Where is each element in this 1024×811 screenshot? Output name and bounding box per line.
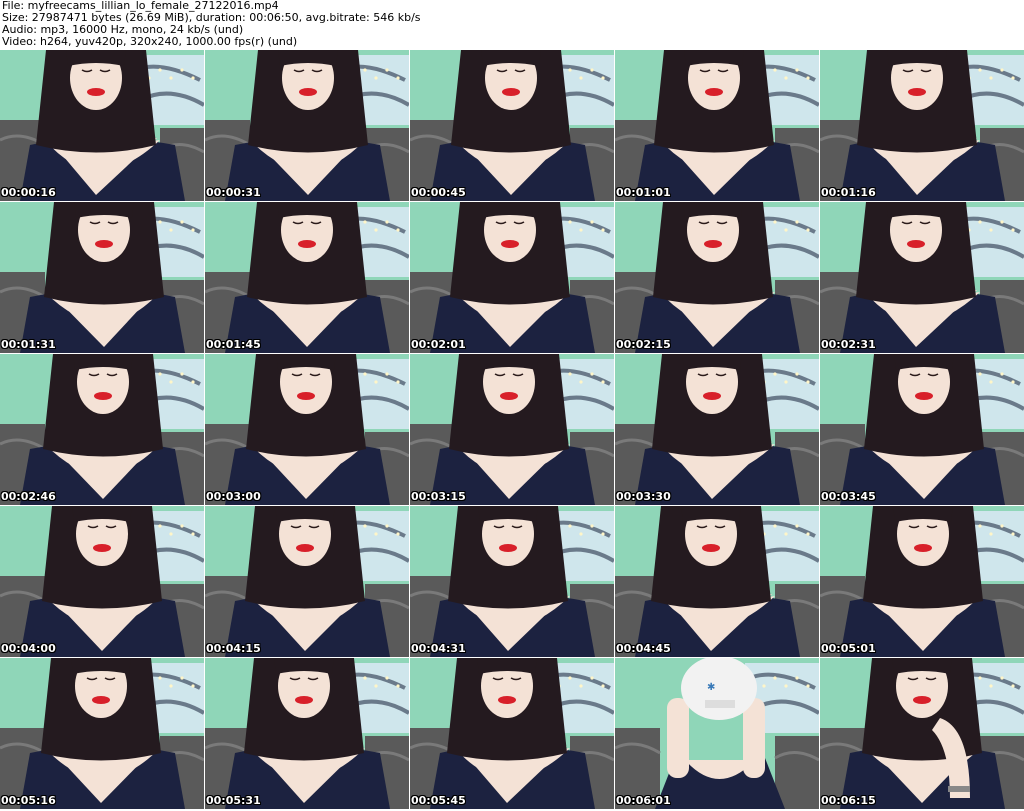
frame-image: ✱ <box>615 658 819 809</box>
thumbnail-frame: 00:04:15 <box>205 506 409 657</box>
frame-image <box>820 202 1024 353</box>
thumbnail-frame: 00:01:01 <box>615 50 819 201</box>
thumbnail-frame: 00:01:16 <box>820 50 1024 201</box>
thumbnail-frame: 00:03:00 <box>205 354 409 505</box>
thumbnail-frame: 00:02:01 <box>410 202 614 353</box>
frame-timestamp: 00:01:01 <box>616 186 671 199</box>
thumbnail-frame: 00:05:45 <box>410 658 614 809</box>
frame-timestamp: 00:02:01 <box>411 338 466 351</box>
frame-timestamp: 00:03:30 <box>616 490 671 503</box>
frame-image <box>0 354 204 505</box>
frame-timestamp: 00:00:31 <box>206 186 261 199</box>
frame-timestamp: 00:05:01 <box>821 642 876 655</box>
frame-image <box>820 506 1024 657</box>
frame-image <box>615 354 819 505</box>
frame-image <box>205 354 409 505</box>
thumbnail-frame: 00:04:00 <box>0 506 204 657</box>
frame-timestamp: 00:01:31 <box>1 338 56 351</box>
thumbnail-frame: 00:03:30 <box>615 354 819 505</box>
frame-image <box>205 202 409 353</box>
frame-timestamp: 00:02:31 <box>821 338 876 351</box>
thumbnail-frame: 00:03:45 <box>820 354 1024 505</box>
frame-timestamp: 00:05:31 <box>206 794 261 807</box>
frame-image <box>205 506 409 657</box>
frame-timestamp: 00:06:15 <box>821 794 876 807</box>
thumbnail-frame: 00:02:46 <box>0 354 204 505</box>
frame-image <box>0 506 204 657</box>
frame-timestamp: 00:00:45 <box>411 186 466 199</box>
frame-timestamp: 00:03:00 <box>206 490 261 503</box>
frame-timestamp: 00:03:15 <box>411 490 466 503</box>
thumbnail-grid: 00:00:16 00:00:31 00:00:45 00:01:01 00:01:16… <box>0 50 1024 811</box>
thumbnail-frame: 00:05:31 <box>205 658 409 809</box>
thumbnail-frame: 00:00:45 <box>410 50 614 201</box>
frame-timestamp: 00:01:16 <box>821 186 876 199</box>
thumbnail-frame: 00:05:16 <box>0 658 204 809</box>
frame-image <box>410 506 614 657</box>
frame-image <box>0 658 204 809</box>
video-info-header: File: myfreecams_lillian_lo_female_27122… <box>2 0 1022 50</box>
frame-image <box>205 50 409 201</box>
frame-timestamp: 00:04:31 <box>411 642 466 655</box>
frame-timestamp: 00:06:01 <box>616 794 671 807</box>
frame-image <box>615 506 819 657</box>
frame-image <box>205 658 409 809</box>
thumbnail-frame: 00:04:31 <box>410 506 614 657</box>
frame-timestamp: 00:04:00 <box>1 642 56 655</box>
frame-timestamp: 00:02:46 <box>1 490 56 503</box>
frame-timestamp: 00:01:45 <box>206 338 261 351</box>
thumbnail-frame: 00:02:15 <box>615 202 819 353</box>
frame-image <box>410 658 614 809</box>
thumbnail-frame: 00:00:31 <box>205 50 409 201</box>
frame-image <box>410 50 614 201</box>
frame-image <box>820 50 1024 201</box>
frame-timestamp: 00:05:45 <box>411 794 466 807</box>
svg-text:✱: ✱ <box>707 682 715 693</box>
frame-timestamp: 00:04:45 <box>616 642 671 655</box>
frame-timestamp: 00:02:15 <box>616 338 671 351</box>
frame-timestamp: 00:04:15 <box>206 642 261 655</box>
thumbnail-frame: 00:01:31 <box>0 202 204 353</box>
frame-image <box>0 202 204 353</box>
thumbnail-frame: 00:00:16 <box>0 50 204 201</box>
thumbnail-frame: ✱ 00:06:01 <box>615 658 819 809</box>
frame-image <box>0 50 204 201</box>
frame-timestamp: 00:05:16 <box>1 794 56 807</box>
frame-image <box>820 354 1024 505</box>
frame-timestamp: 00:03:45 <box>821 490 876 503</box>
frame-image <box>410 354 614 505</box>
video-info-line: Video: h264, yuv420p, 320x240, 1000.00 f… <box>2 35 298 48</box>
thumbnail-frame: 00:01:45 <box>205 202 409 353</box>
thumbnail-frame: 00:05:01 <box>820 506 1024 657</box>
frame-timestamp: 00:00:16 <box>1 186 56 199</box>
thumbnail-frame: 00:02:31 <box>820 202 1024 353</box>
thumbnail-frame: 00:04:45 <box>615 506 819 657</box>
frame-image <box>615 202 819 353</box>
thumbnail-frame: 00:06:15 <box>820 658 1024 809</box>
thumbnail-frame: 00:03:15 <box>410 354 614 505</box>
frame-image <box>615 50 819 201</box>
frame-image <box>820 658 1024 809</box>
frame-image <box>410 202 614 353</box>
